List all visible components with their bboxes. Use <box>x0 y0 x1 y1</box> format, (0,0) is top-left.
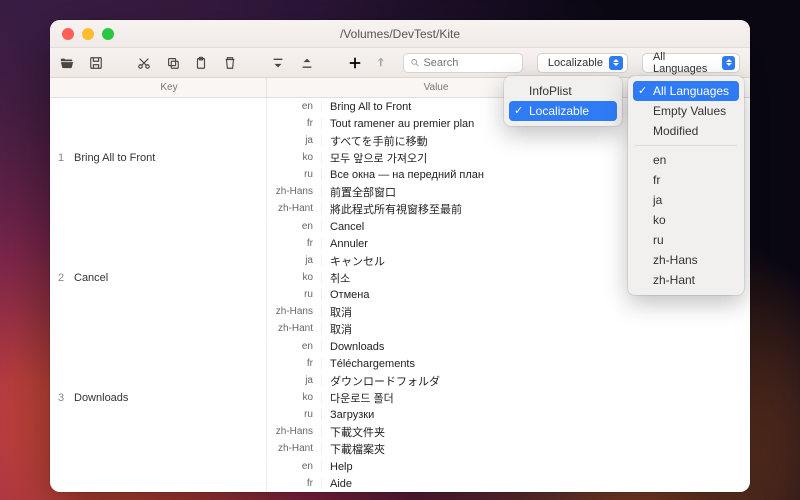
lang-label: fr <box>267 118 322 129</box>
menu-item[interactable]: fr <box>633 170 739 190</box>
lang-label: en <box>267 221 322 232</box>
paste-icon[interactable] <box>194 55 209 71</box>
toolbar: Localizable All Languages <box>50 48 750 78</box>
value-row[interactable]: enDownloads <box>267 338 750 355</box>
lang-label: en <box>267 101 322 112</box>
value-cell: 下載文件夹 <box>322 424 750 440</box>
menu-item[interactable]: en <box>633 150 739 170</box>
lang-label: ko <box>267 392 322 403</box>
lang-label: ko <box>267 272 322 283</box>
row-index: 3 <box>50 338 72 457</box>
lang-label: ja <box>267 255 322 266</box>
menu-item[interactable]: ko <box>633 210 739 230</box>
lang-label: ru <box>267 169 322 180</box>
lang-label: ru <box>267 409 322 420</box>
value-cell: Téléchargements <box>322 358 750 370</box>
value-row[interactable]: frTéléchargements <box>267 355 750 372</box>
value-cell: Downloads <box>322 341 750 353</box>
lang-label: ru <box>267 289 322 300</box>
menu-item[interactable]: ru <box>633 230 739 250</box>
value-cell: 取消 <box>322 321 750 337</box>
lang-label: zh-Hans <box>267 426 322 437</box>
lang-label: en <box>267 341 322 352</box>
lang-label: zh-Hant <box>267 323 322 334</box>
collapse-all-icon[interactable] <box>271 55 286 71</box>
value-cell: Aide <box>322 478 750 490</box>
expand-all-icon[interactable] <box>299 55 314 71</box>
menu-item[interactable]: zh-Hans <box>633 250 739 270</box>
add-icon[interactable] <box>347 55 362 71</box>
value-row[interactable]: zh-Hans取消 <box>267 303 750 320</box>
lang-label: zh-Hans <box>267 186 322 197</box>
menu-item[interactable]: Modified <box>633 121 739 141</box>
language-dropdown-label: All Languages <box>653 51 716 75</box>
lang-label: ja <box>267 375 322 386</box>
table-row[interactable]: 4HelpenHelpfrAidejaヘルプko도움말ruСправкаzh-H… <box>50 458 750 492</box>
menu-item[interactable]: All Languages <box>633 81 739 101</box>
table-row[interactable]: 3DownloadsenDownloadsfrTéléchargementsja… <box>50 338 750 458</box>
menu-item[interactable]: ja <box>633 190 739 210</box>
lang-label: zh-Hant <box>267 443 322 454</box>
file-dropdown[interactable]: Localizable <box>537 53 628 73</box>
menu-item[interactable]: Localizable <box>509 101 617 121</box>
value-cell: Help <box>322 461 750 473</box>
language-dropdown[interactable]: All Languages <box>642 53 740 73</box>
lang-label: zh-Hans <box>267 306 322 317</box>
row-index: 4 <box>50 458 72 492</box>
search-input[interactable] <box>423 57 515 69</box>
lang-label: fr <box>267 238 322 249</box>
value-cell: 下載檔案夾 <box>322 441 750 457</box>
value-row[interactable]: zh-Hant取消 <box>267 320 750 337</box>
save-icon[interactable] <box>89 55 104 71</box>
menu-item[interactable]: Empty Values <box>633 101 739 121</box>
row-index: 1 <box>50 98 72 217</box>
row-key: Bring All to Front <box>72 98 267 217</box>
window-title: /Volumes/DevTest/Kite <box>50 27 750 41</box>
delete-icon[interactable] <box>223 55 238 71</box>
open-icon[interactable] <box>60 55 75 71</box>
app-window: /Volumes/DevTest/Kite Localizable All La… <box>50 20 750 492</box>
value-row[interactable]: enHelp <box>267 458 750 475</box>
value-row[interactable]: jaダウンロードフォルダ <box>267 372 750 389</box>
sort-icon[interactable] <box>376 56 389 69</box>
language-dropdown-menu: All LanguagesEmpty ValuesModified enfrjak… <box>628 76 744 295</box>
lang-label: ja <box>267 135 322 146</box>
value-row[interactable]: frAide <box>267 475 750 492</box>
file-dropdown-menu: InfoPlistLocalizable <box>504 76 622 126</box>
chevron-updown-icon <box>609 56 623 70</box>
file-dropdown-label: Localizable <box>548 57 603 69</box>
lang-label: fr <box>267 478 322 489</box>
search-icon <box>410 57 420 68</box>
row-key: Help <box>72 458 267 492</box>
menu-item[interactable]: zh-Hant <box>633 270 739 290</box>
value-cell: 다운로드 폴더 <box>322 390 750 406</box>
value-row[interactable]: zh-Hant下載檔案夾 <box>267 440 750 457</box>
lang-label: ko <box>267 152 322 163</box>
titlebar: /Volumes/DevTest/Kite <box>50 20 750 48</box>
copy-icon[interactable] <box>165 55 180 71</box>
lang-label: en <box>267 461 322 472</box>
value-cell: ダウンロードフォルダ <box>322 373 750 389</box>
value-row[interactable]: ruЗагрузки <box>267 406 750 423</box>
column-header-key[interactable]: Key <box>72 78 267 97</box>
search-field[interactable] <box>403 53 523 73</box>
value-cell: Загрузки <box>322 409 750 421</box>
row-key: Cancel <box>72 218 267 337</box>
value-cell: 取消 <box>322 304 750 320</box>
chevron-updown-icon <box>722 56 735 70</box>
lang-label: fr <box>267 358 322 369</box>
value-row[interactable]: zh-Hans下載文件夹 <box>267 423 750 440</box>
lang-label: zh-Hant <box>267 203 322 214</box>
row-index: 2 <box>50 218 72 337</box>
row-key: Downloads <box>72 338 267 457</box>
cut-icon[interactable] <box>137 55 152 71</box>
value-row[interactable]: ko다운로드 폴더 <box>267 389 750 406</box>
menu-item[interactable]: InfoPlist <box>509 81 617 101</box>
